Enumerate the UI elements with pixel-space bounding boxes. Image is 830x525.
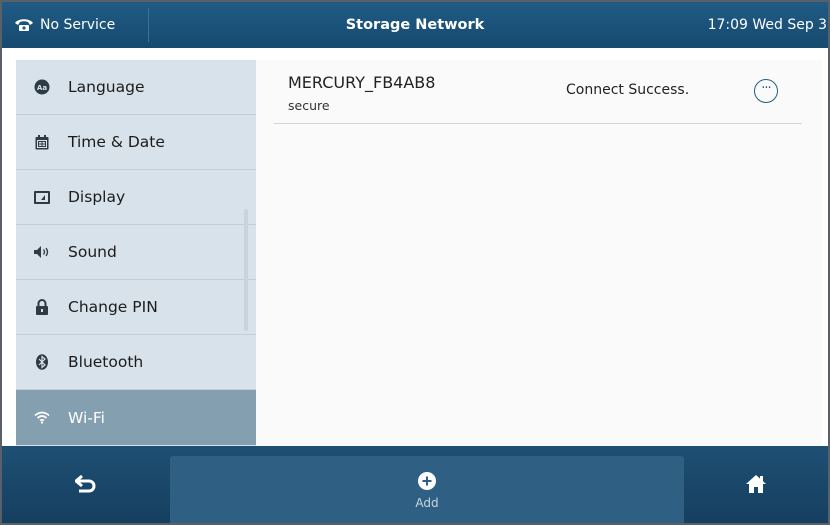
network-name: MERCURY_FB4AB8 bbox=[288, 73, 436, 92]
sidebar-item-label: Time & Date bbox=[68, 133, 165, 151]
network-list: MERCURY_FB4AB8 secure Connect Success. ·… bbox=[256, 60, 822, 446]
language-icon: Aa bbox=[32, 77, 52, 97]
sidebar-item-label: Change PIN bbox=[68, 298, 158, 316]
back-arrow-icon bbox=[74, 474, 97, 497]
datetime-display: 17:09 Wed Sep 30 bbox=[707, 17, 830, 33]
softkey-bar: Add bbox=[2, 446, 828, 523]
lock-icon bbox=[32, 297, 52, 317]
calendar-icon bbox=[32, 132, 52, 152]
home-icon bbox=[745, 474, 767, 498]
home-button[interactable] bbox=[684, 446, 828, 523]
connection-status: Connect Success. bbox=[566, 82, 690, 98]
phone-screen: No Service Storage Network 17:09 Wed Sep… bbox=[0, 0, 830, 525]
sidebar-scrollbar[interactable] bbox=[244, 209, 248, 331]
back-button[interactable] bbox=[2, 446, 170, 523]
sidebar-item-label: Wi-Fi bbox=[68, 408, 105, 427]
more-options-button[interactable]: ··· bbox=[754, 79, 778, 103]
bluetooth-icon bbox=[32, 352, 52, 372]
sidebar-item-sound[interactable]: Sound bbox=[16, 225, 256, 280]
more-icon: ··· bbox=[761, 80, 771, 96]
speaker-icon bbox=[32, 242, 52, 262]
network-security: secure bbox=[288, 98, 330, 113]
sidebar-item-display[interactable]: Display bbox=[16, 170, 256, 225]
sidebar-item-label: Sound bbox=[68, 243, 117, 261]
add-label: Add bbox=[415, 495, 439, 510]
network-row[interactable]: MERCURY_FB4AB8 secure Connect Success. ·… bbox=[274, 60, 802, 124]
sidebar-item-language[interactable]: Aa Language bbox=[16, 60, 256, 115]
settings-sidebar: Aa Language Time & Date Display Sound Ch… bbox=[16, 60, 256, 446]
status-bar: No Service Storage Network 17:09 Wed Sep… bbox=[2, 2, 828, 48]
sidebar-item-wifi[interactable]: Wi-Fi bbox=[16, 390, 256, 445]
plus-icon bbox=[418, 471, 436, 490]
sidebar-item-label: Display bbox=[68, 188, 126, 206]
sidebar-item-time-date[interactable]: Time & Date bbox=[16, 115, 256, 170]
wifi-icon bbox=[32, 408, 52, 428]
display-icon bbox=[32, 187, 52, 207]
sidebar-item-label: Language bbox=[68, 78, 145, 96]
add-button[interactable]: Add bbox=[170, 456, 684, 523]
sidebar-item-change-pin[interactable]: Change PIN bbox=[16, 280, 256, 335]
sidebar-item-label: Bluetooth bbox=[68, 353, 144, 371]
svg-text:Aa: Aa bbox=[37, 84, 47, 92]
page-title: Storage Network bbox=[345, 17, 485, 33]
sidebar-item-bluetooth[interactable]: Bluetooth bbox=[16, 335, 256, 390]
